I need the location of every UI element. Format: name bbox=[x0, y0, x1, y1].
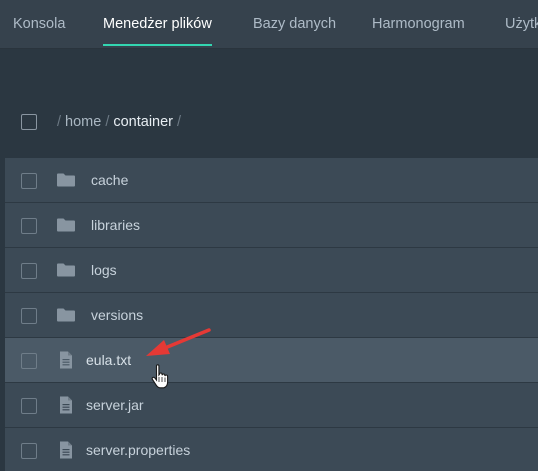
folder-icon bbox=[57, 263, 75, 277]
folder-icon bbox=[57, 308, 75, 322]
file-text-icon bbox=[60, 441, 72, 459]
tab-file-manager[interactable]: Menedżer plików bbox=[103, 0, 212, 49]
breadcrumb: / home / container / bbox=[53, 104, 185, 140]
file-row[interactable]: cache bbox=[5, 158, 538, 203]
tab-databases[interactable]: Bazy danych bbox=[253, 0, 336, 49]
file-name[interactable]: cache bbox=[91, 158, 128, 203]
row-checkbox[interactable] bbox=[21, 263, 37, 279]
select-all-checkbox[interactable] bbox=[21, 114, 37, 130]
tab-bar: Konsola Menedżer plików Bazy danych Harm… bbox=[0, 0, 538, 49]
file-text-icon bbox=[60, 396, 72, 414]
breadcrumb-separator: / bbox=[57, 114, 62, 130]
file-list: cache libraries logs versions eula.txt s… bbox=[5, 158, 538, 471]
tab-users[interactable]: Użytk bbox=[505, 0, 538, 49]
file-row[interactable]: logs bbox=[5, 248, 538, 293]
file-name[interactable]: eula.txt bbox=[86, 338, 131, 383]
file-name[interactable]: logs bbox=[91, 248, 117, 293]
row-checkbox[interactable] bbox=[21, 173, 37, 189]
tab-schedule[interactable]: Harmonogram bbox=[372, 0, 465, 49]
row-checkbox[interactable] bbox=[21, 443, 37, 459]
file-row[interactable]: server.properties bbox=[5, 428, 538, 471]
file-name[interactable]: libraries bbox=[91, 203, 140, 248]
breadcrumb-separator: / bbox=[105, 114, 110, 130]
folder-icon bbox=[57, 218, 75, 232]
file-text-icon bbox=[60, 351, 72, 369]
breadcrumb-segment-container[interactable]: container bbox=[113, 114, 173, 130]
file-row[interactable]: libraries bbox=[5, 203, 538, 248]
row-checkbox[interactable] bbox=[21, 398, 37, 414]
row-checkbox[interactable] bbox=[21, 308, 37, 324]
breadcrumb-row: / home / container / bbox=[0, 104, 538, 140]
file-manager-page: Konsola Menedżer plików Bazy danych Harm… bbox=[0, 0, 538, 471]
file-name[interactable]: server.properties bbox=[86, 428, 190, 471]
file-name[interactable]: versions bbox=[91, 293, 143, 338]
file-row[interactable]: server.jar bbox=[5, 383, 538, 428]
breadcrumb-segment-home[interactable]: home bbox=[65, 114, 101, 130]
breadcrumb-separator: / bbox=[177, 114, 182, 130]
row-checkbox[interactable] bbox=[21, 218, 37, 234]
file-name[interactable]: server.jar bbox=[86, 383, 144, 428]
file-row[interactable]: versions bbox=[5, 293, 538, 338]
tab-konsola[interactable]: Konsola bbox=[13, 0, 65, 49]
row-checkbox[interactable] bbox=[21, 353, 37, 369]
folder-icon bbox=[57, 173, 75, 187]
file-row-highlighted[interactable]: eula.txt bbox=[5, 338, 538, 383]
